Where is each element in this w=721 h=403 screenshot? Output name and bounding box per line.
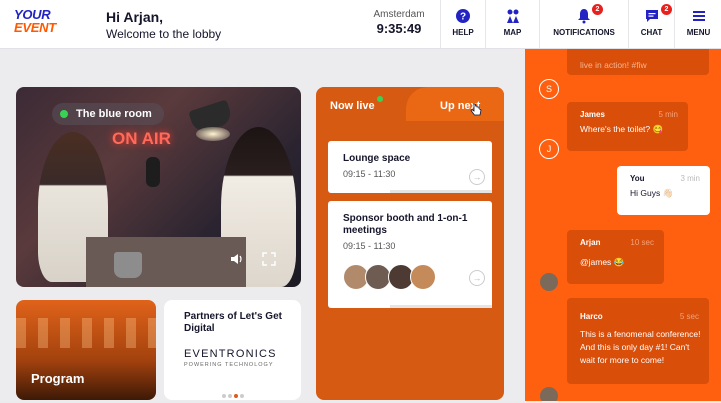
chat-timestamp: 5 min: [658, 110, 678, 119]
room-label-pill: The blue room: [52, 103, 164, 125]
local-clock: Amsterdam 9:35:49: [366, 9, 432, 36]
chat-message: Arjan 10 sec @james 😂: [567, 230, 664, 284]
volume-icon[interactable]: [230, 252, 244, 266]
venue-backdrop: [16, 318, 156, 348]
chat-message-own: You 3 min Hi Guys 👋🏻: [617, 166, 710, 215]
chat-author: Harco: [580, 312, 603, 321]
hamburger-icon: [692, 11, 705, 21]
help-button[interactable]: ? HELP: [440, 0, 485, 48]
schedule-tabs: Now live Up next: [316, 87, 504, 121]
schedule-item-lounge[interactable]: Lounge space 09:15 - 11:30 →: [328, 141, 492, 193]
partner-brand-logo: EVENTRONICS: [184, 348, 277, 360]
menu-label: MENU: [686, 28, 711, 37]
greeting-title: Hi Arjan,: [106, 9, 164, 25]
partners-title: Partners of Let's Get Digital: [184, 311, 282, 334]
coffee-mug: [114, 252, 142, 278]
clock-time: 9:35:49: [376, 21, 422, 36]
chat-author-initial: S: [539, 79, 559, 99]
chat-label: CHAT: [640, 28, 663, 37]
chat-author: James: [580, 110, 605, 119]
notifications-button[interactable]: 2 NOTIFICATIONS: [539, 0, 628, 48]
chat-message: live in action! #fiw: [567, 49, 709, 75]
carousel-dot[interactable]: [227, 394, 232, 398]
room-name: The blue room: [76, 108, 152, 120]
schedule-item-title: Sponsor booth and 1-on-1 meetings: [343, 213, 468, 236]
chat-timestamp: 5 sec: [679, 312, 699, 321]
chat-panel: live in action! #fiw S James 5 min Where…: [525, 49, 721, 401]
avatar: [410, 264, 437, 290]
schedule-item-time: 09:15 - 11:30: [343, 169, 396, 179]
program-tile[interactable]: Program: [16, 300, 156, 400]
carousel-dot[interactable]: [239, 394, 244, 398]
microphone: [146, 157, 160, 187]
partner-brand-tagline: POWERING TECHNOLOGY: [184, 362, 274, 368]
schedule-item-title: Lounge space: [343, 153, 411, 164]
live-room-video[interactable]: The blue room ON AIR: [16, 87, 301, 287]
notifications-label: NOTIFICATIONS: [553, 28, 615, 37]
bell-icon: [578, 9, 590, 24]
event-logo[interactable]: YOUR EVENT: [14, 8, 56, 34]
greeting-block: Hi Arjan, Welcome to the lobby: [106, 9, 221, 41]
program-label: Program: [31, 371, 85, 386]
top-bar: YOUR EVENT Hi Arjan, Welcome to the lobb…: [0, 0, 721, 49]
map-label: MAP: [503, 28, 522, 37]
carousel-dot[interactable]: [221, 394, 226, 398]
chat-icon: [645, 10, 658, 22]
arrow-right-icon[interactable]: →: [469, 270, 485, 286]
chat-button[interactable]: 2 CHAT: [628, 0, 674, 48]
greeting-subtitle: Welcome to the lobby: [106, 27, 222, 41]
svg-text:?: ?: [460, 12, 466, 23]
chat-message-text: Hi Guys 👋🏻: [630, 188, 674, 198]
map-button[interactable]: MAP: [485, 0, 539, 48]
live-indicator-dot: [60, 110, 68, 118]
help-label: HELP: [452, 28, 474, 37]
schedule-panel: Now live Up next Lounge space 09:15 - 11…: [316, 87, 504, 400]
tab-now-live[interactable]: Now live: [330, 100, 375, 112]
avatar: [540, 387, 558, 401]
help-icon: ?: [456, 9, 470, 23]
arrow-right-icon[interactable]: →: [469, 169, 485, 185]
progress-track: [390, 190, 492, 193]
chat-message-text: Where's the toilet? 😋: [580, 124, 664, 134]
map-icon: [506, 9, 519, 23]
now-live-dot: [377, 96, 383, 102]
on-air-sign: ON AIR: [112, 129, 171, 148]
carousel-dot[interactable]: [233, 394, 238, 398]
chat-timestamp: 3 min: [680, 174, 700, 183]
chat-author: You: [630, 174, 645, 183]
carousel-dots: [164, 385, 301, 403]
schedule-item-time: 09:15 - 11:30: [343, 241, 396, 251]
chat-message-text: This is a fenomenal conference! And this…: [580, 329, 701, 365]
partners-tile[interactable]: Partners of Let's Get Digital EVENTRONIC…: [164, 300, 301, 400]
logo-line-2: EVENT: [14, 20, 56, 35]
clock-city: Amsterdam: [373, 9, 425, 20]
studio-desk: [86, 237, 246, 287]
progress-track: [390, 305, 492, 308]
schedule-item-sponsor-booth[interactable]: Sponsor booth and 1-on-1 meetings 09:15 …: [328, 201, 492, 308]
attendee-avatars: [343, 264, 437, 290]
chat-badge: 2: [661, 4, 672, 15]
menu-button[interactable]: MENU: [674, 0, 721, 48]
chat-message: James 5 min Where's the toilet? 😋: [567, 102, 688, 151]
chat-message-text: @james 😂: [580, 257, 625, 267]
fullscreen-icon[interactable]: [262, 252, 276, 266]
chat-author-initial: J: [539, 139, 559, 159]
chat-author: Arjan: [580, 238, 601, 247]
chat-message: Harco 5 sec This is a fenomenal conferen…: [567, 298, 709, 384]
chat-message-text: live in action! #fiw: [580, 60, 647, 70]
chat-timestamp: 10 sec: [630, 238, 654, 247]
notifications-badge: 2: [592, 4, 603, 15]
hand-cursor-icon: [470, 103, 482, 116]
avatar: [540, 273, 558, 291]
studio-lamp-glow: [196, 127, 230, 141]
